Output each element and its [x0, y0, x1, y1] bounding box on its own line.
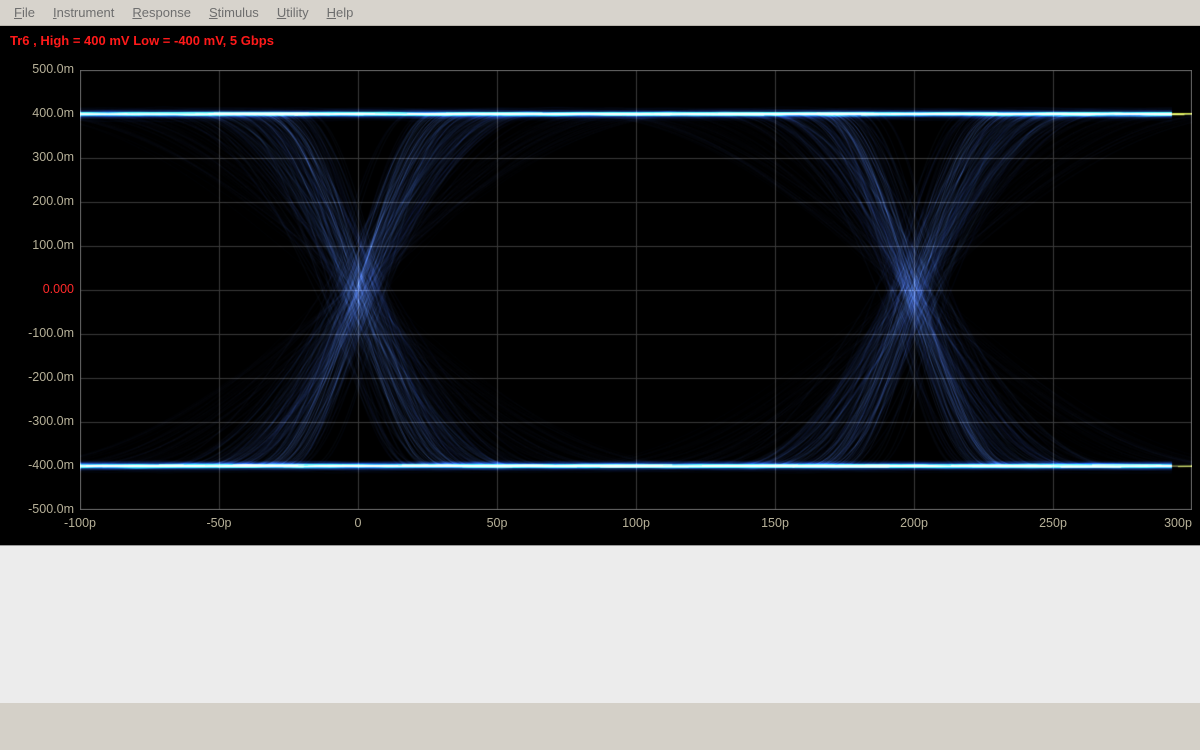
y-tick-label: -500.0m [0, 502, 74, 516]
x-tick-label: 0 [355, 516, 362, 530]
y-tick-label: 200.0m [0, 194, 74, 208]
menu-instrument[interactable]: Instrument [45, 2, 122, 23]
menu-utility[interactable]: Utility [269, 2, 317, 23]
x-tick-label: 300p [1164, 516, 1192, 530]
y-tick-label: 0.000 [0, 282, 74, 296]
x-tick-label: -100p [64, 516, 96, 530]
x-tick-label: 50p [487, 516, 508, 530]
instrument-window: File Instrument Response Stimulus Utilit… [0, 0, 1200, 750]
x-tick-label: 100p [622, 516, 650, 530]
menu-stimulus[interactable]: Stimulus [201, 2, 267, 23]
y-tick-label: 100.0m [0, 238, 74, 252]
menu-response[interactable]: Response [124, 2, 199, 23]
y-tick-label: -100.0m [0, 326, 74, 340]
trace-annotation: Tr6 , High = 400 mV Low = -400 mV, 5 Gbp… [10, 33, 274, 48]
x-tick-label: 200p [900, 516, 928, 530]
y-tick-label: -400.0m [0, 458, 74, 472]
y-tick-label: 500.0m [0, 62, 74, 76]
x-tick-label: 250p [1039, 516, 1067, 530]
y-tick-label: 300.0m [0, 150, 74, 164]
eye-diagram-canvas [80, 70, 1192, 510]
menu-help[interactable]: Help [319, 2, 362, 23]
y-tick-label: 400.0m [0, 106, 74, 120]
eye-diagram-plot: Tr6 , High = 400 mV Low = -400 mV, 5 Gbp… [0, 26, 1200, 545]
menu-file[interactable]: File [6, 2, 43, 23]
menu-bar: File Instrument Response Stimulus Utilit… [0, 0, 1200, 26]
y-tick-label: -200.0m [0, 370, 74, 384]
x-tick-label: 150p [761, 516, 789, 530]
y-tick-label: -300.0m [0, 414, 74, 428]
x-tick-label: -50p [206, 516, 231, 530]
control-panel: TDR Trace 6 ▼ Tdd12 Run Stop Single File… [0, 545, 1200, 703]
